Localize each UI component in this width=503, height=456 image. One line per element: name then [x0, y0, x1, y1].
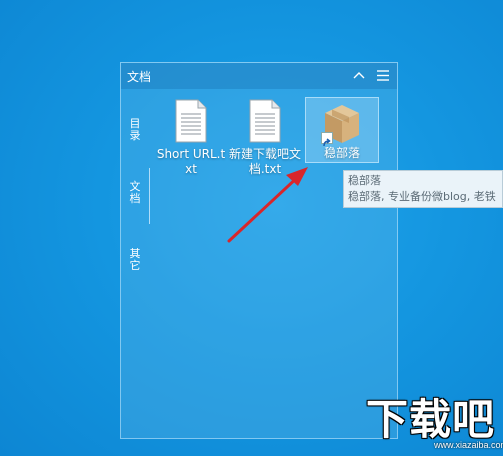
menu-icon[interactable]	[375, 67, 391, 83]
text-document-icon	[175, 99, 207, 143]
file-label: 稳部落	[323, 146, 360, 160]
fence-header[interactable]: 文档	[121, 63, 397, 89]
shortcut-arrow-icon	[321, 132, 333, 147]
chevron-up-icon[interactable]	[351, 67, 367, 83]
active-tab-indicator	[149, 168, 150, 224]
tooltip-title: 稳部落	[348, 174, 381, 187]
watermark-text: 下载吧	[366, 395, 496, 444]
fence-title: 文档	[127, 70, 152, 84]
file-label: Short URL.txt	[156, 147, 226, 176]
watermark-url: www.xiazaiba.com	[434, 440, 503, 450]
shortcut-wenbuluo[interactable]: 稳部落	[305, 97, 379, 163]
tab-catalog[interactable]: 目录	[127, 118, 143, 142]
fence-panel[interactable]: 文档 目录 文档 其它 Short URL.txt 新建下载吧文档.txt 稳部…	[120, 62, 398, 439]
file-short-url[interactable]: Short URL.txt	[156, 99, 226, 177]
watermark-logo: 下载吧 www.xiazaiba.com	[362, 396, 503, 456]
text-document-icon	[249, 99, 281, 143]
tab-documents[interactable]: 文档	[127, 181, 143, 205]
desktop: 文档 目录 文档 其它 Short URL.txt 新建下载吧文档.txt 稳部…	[0, 0, 503, 456]
tab-other[interactable]: 其它	[127, 248, 143, 272]
tooltip-description: 稳部落, 专业备份微blog, 老铁	[348, 190, 496, 203]
file-new-doc[interactable]: 新建下载吧文档.txt	[228, 99, 302, 177]
file-label: 新建下载吧文档.txt	[228, 147, 301, 176]
tooltip: 稳部落 稳部落, 专业备份微blog, 老铁	[343, 170, 503, 208]
